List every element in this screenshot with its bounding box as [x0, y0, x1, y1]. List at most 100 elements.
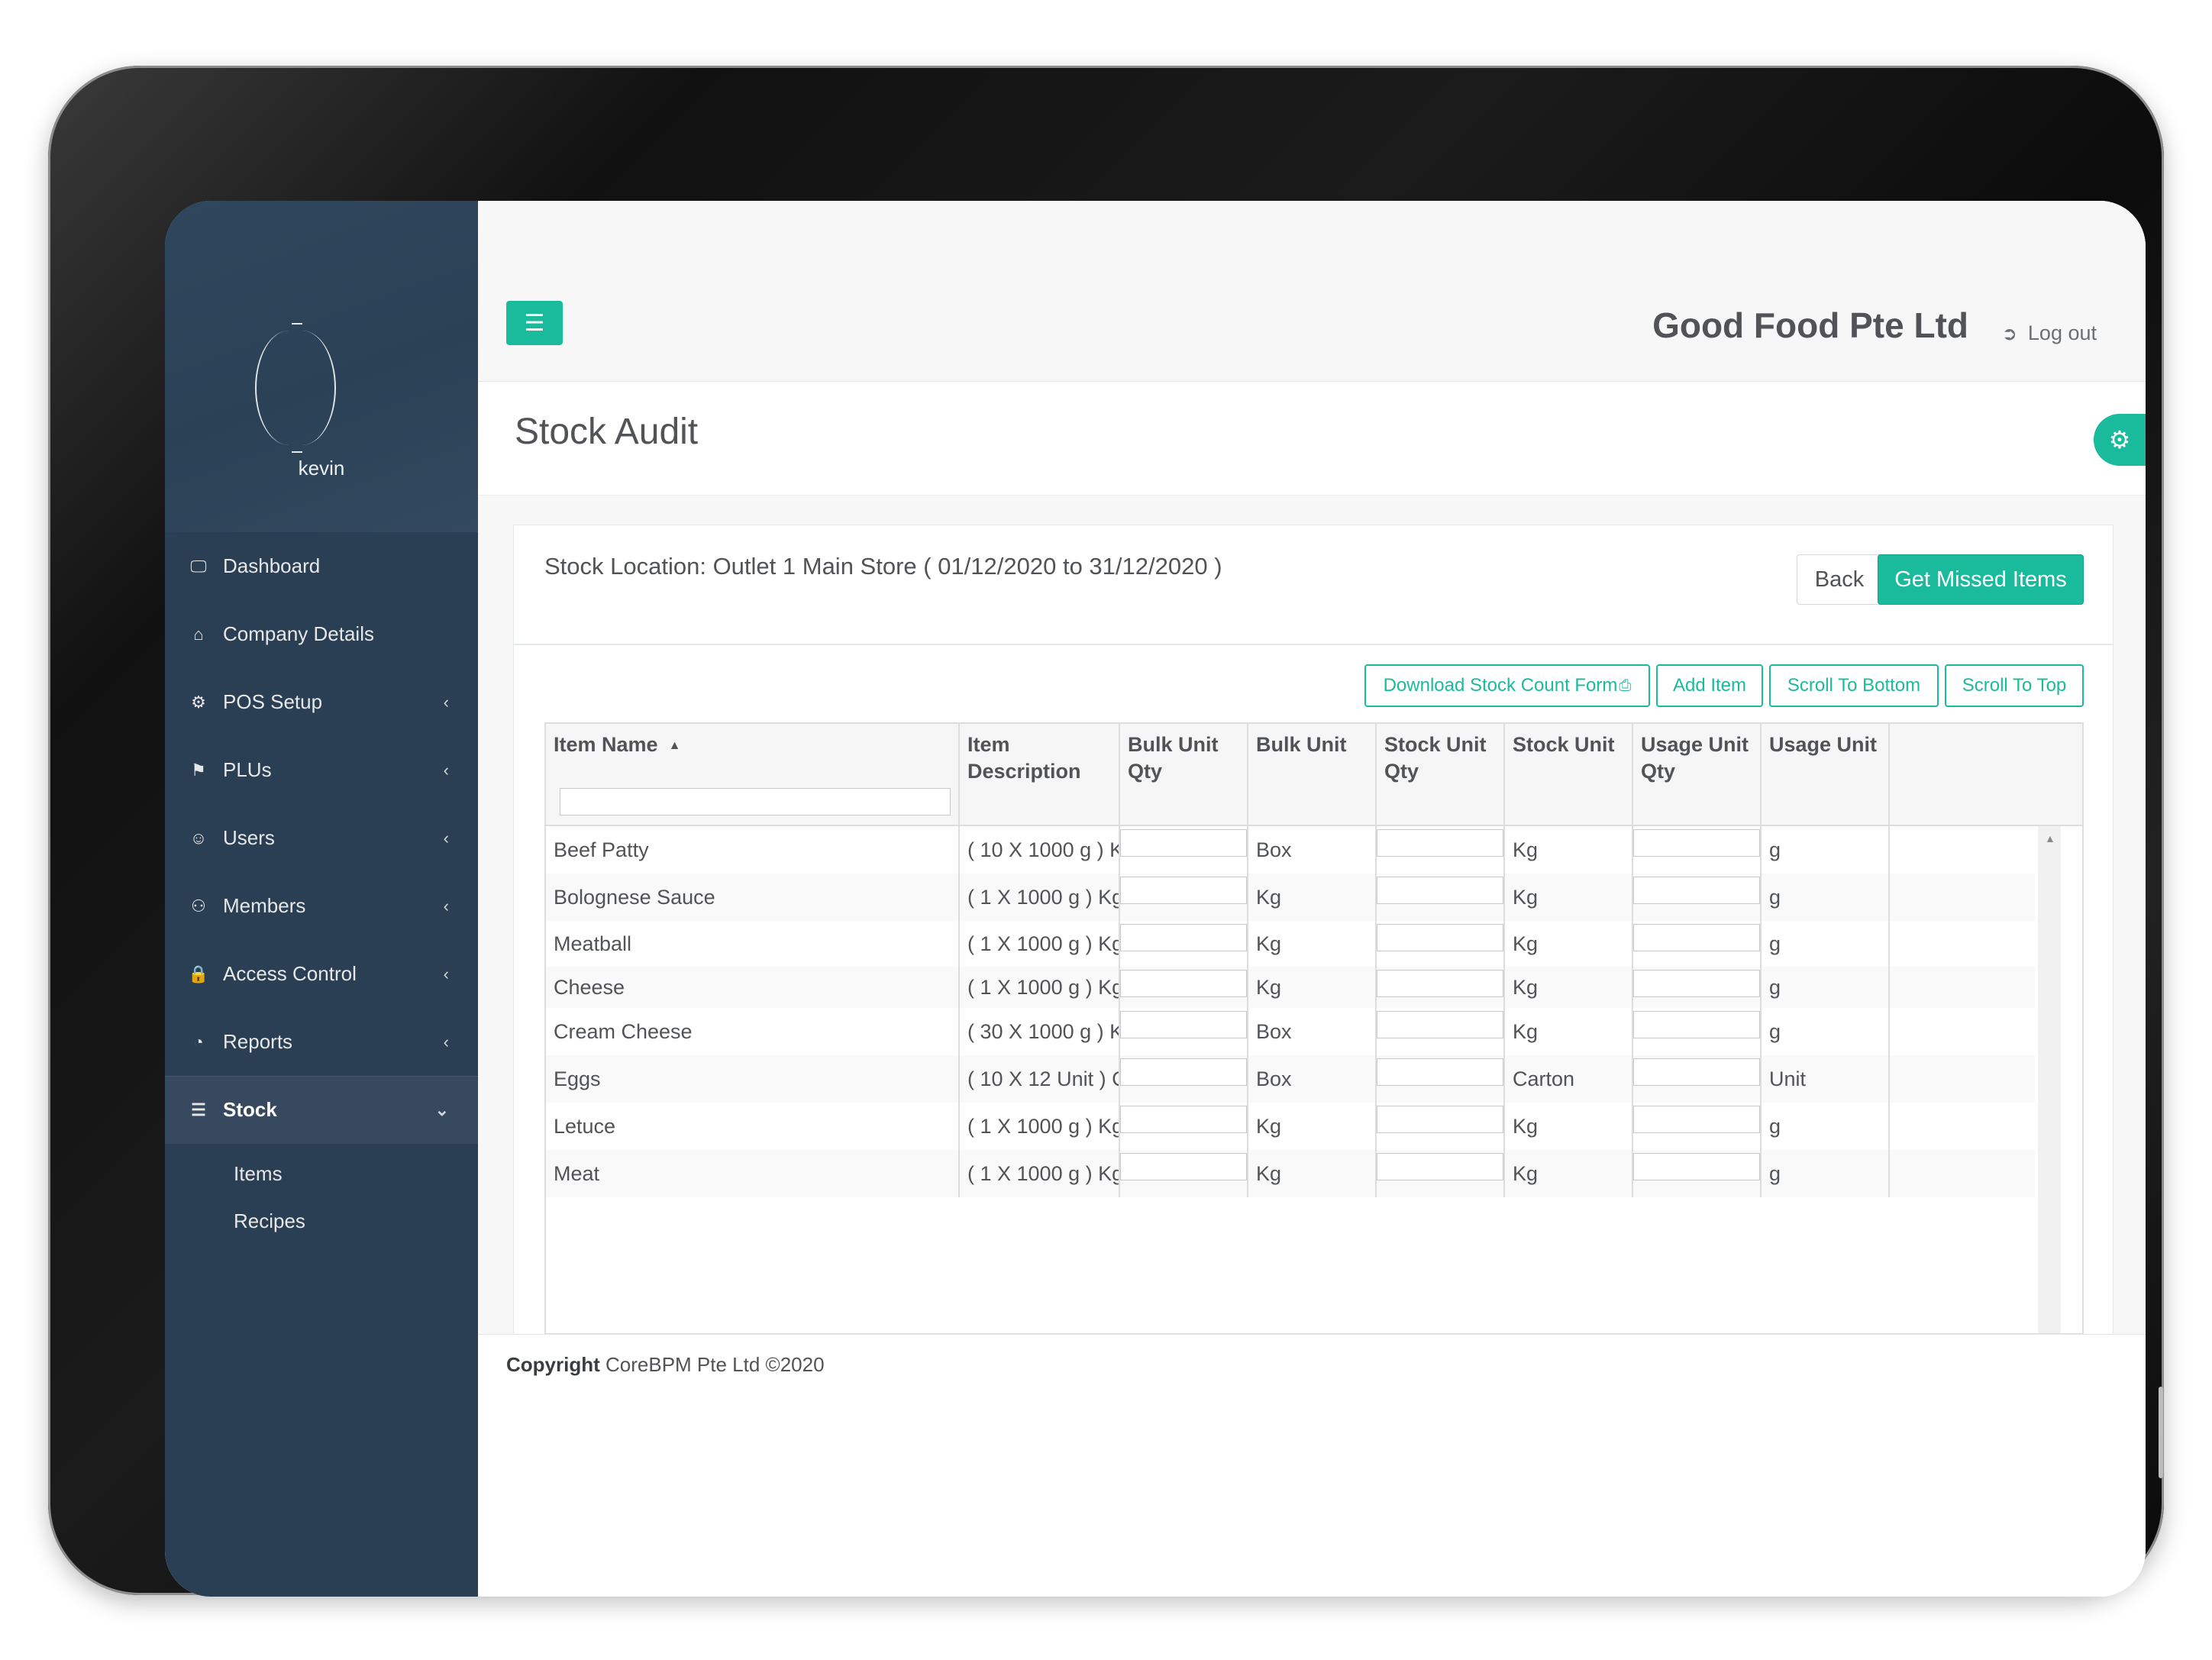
- row-spacer: [1890, 967, 2036, 1008]
- usage-unit-qty-input[interactable]: [1633, 1011, 1760, 1038]
- cell-desc: ( 1 X 1000 g ) Kgs in 1 Kg: [960, 1103, 1120, 1150]
- column-header[interactable]: Item Name ▲: [546, 724, 960, 825]
- stock-unit-qty-input[interactable]: [1377, 970, 1503, 997]
- app-screen: kevin 🖵 Dashboard ⌂ Company Details ⚙ POS Set…: [165, 201, 2146, 1597]
- qty-cell: [1120, 1055, 1248, 1103]
- download-stock-count-form-button[interactable]: Download Stock Count Form ⎙: [1364, 664, 1650, 707]
- cell-bulk-unit: Kg: [1248, 967, 1377, 1008]
- sidebar-subitem-items[interactable]: Items: [165, 1150, 478, 1197]
- gears-icon: ⚙: [2108, 426, 2131, 454]
- bulk-unit-qty-input[interactable]: [1120, 1011, 1247, 1038]
- logout-link[interactable]: ➲ Log out: [2002, 321, 2097, 345]
- column-header[interactable]: Bulk Unit: [1248, 724, 1377, 825]
- pie-chart-icon: ◔: [193, 1032, 204, 1051]
- cell-name: Beef Patty: [546, 826, 960, 874]
- column-header[interactable]: Item Description: [960, 724, 1120, 825]
- column-header[interactable]: Stock Unit: [1505, 724, 1633, 825]
- usage-unit-qty-input[interactable]: [1633, 829, 1760, 857]
- chevron-left-icon: ‹: [443, 896, 449, 916]
- qty-cell: [1377, 1103, 1505, 1150]
- chevron-left-icon: ‹: [443, 828, 449, 848]
- sidebar-item-dashboard[interactable]: 🖵 Dashboard: [165, 532, 478, 600]
- qty-cell: [1633, 874, 1762, 921]
- qty-cell: [1633, 1103, 1762, 1150]
- table-row: Cheese( 1 X 1000 g ) Kgs in 1 Kg Kg Kg g: [546, 967, 2035, 1008]
- cell-name: Letuce: [546, 1103, 960, 1150]
- cell-stock-unit: Kg: [1505, 874, 1633, 921]
- table-header: Item Name ▲ Item Description Bulk Unit Qty B…: [546, 724, 2082, 826]
- stock-unit-qty-input[interactable]: [1377, 877, 1503, 904]
- stock-unit-qty-input[interactable]: [1377, 1106, 1503, 1133]
- usage-unit-qty-input[interactable]: [1633, 1153, 1760, 1180]
- table-scrollbar[interactable]: ▲: [2038, 826, 2061, 1333]
- avatar[interactable]: [255, 323, 336, 453]
- sidebar-item-access-control[interactable]: 🔒 Access Control ‹: [165, 940, 478, 1008]
- sidebar-subitem-recipes[interactable]: Recipes: [165, 1197, 478, 1245]
- cell-bulk-unit: Kg: [1248, 921, 1377, 967]
- sidebar-item-reports[interactable]: ◔ Reports ‹: [165, 1008, 478, 1076]
- cell-stock-unit: Kg: [1505, 967, 1633, 1008]
- user-icon: ☺: [189, 828, 208, 848]
- cell-bulk-unit: Kg: [1248, 1150, 1377, 1197]
- download-label: Download Stock Count Form: [1383, 675, 1618, 696]
- bulk-unit-qty-input[interactable]: [1120, 1153, 1247, 1180]
- cell-desc: ( 30 X 1000 g ) Kgs in 1 Box: [960, 1008, 1120, 1055]
- usage-unit-qty-input[interactable]: [1633, 1106, 1760, 1133]
- qty-cell: [1633, 826, 1762, 874]
- bulk-unit-qty-input[interactable]: [1120, 829, 1247, 857]
- sidebar-item-users[interactable]: ☺ Users ‹: [165, 804, 478, 872]
- column-header[interactable]: Stock Unit Qty: [1377, 724, 1505, 825]
- sidebar-item-members[interactable]: ⚇ Members ‹: [165, 872, 478, 940]
- bulk-unit-qty-input[interactable]: [1120, 1106, 1247, 1133]
- users-icon: ⚇: [191, 896, 206, 916]
- column-header[interactable]: Usage Unit: [1762, 724, 1890, 825]
- column-header[interactable]: Usage Unit Qty: [1633, 724, 1762, 825]
- sidebar-item-label: Access Control: [223, 962, 357, 985]
- cell-bulk-unit: Kg: [1248, 874, 1377, 921]
- chevron-left-icon: ‹: [443, 964, 449, 983]
- usage-unit-qty-input[interactable]: [1633, 877, 1760, 904]
- usage-unit-qty-input[interactable]: [1633, 1058, 1760, 1086]
- column-header-label: Bulk Unit Qty: [1128, 733, 1219, 783]
- column-header-label: Stock Unit: [1513, 733, 1615, 756]
- cell-usage-unit: g: [1762, 874, 1890, 921]
- stock-unit-qty-input[interactable]: [1377, 924, 1503, 951]
- bulk-unit-qty-input[interactable]: [1120, 877, 1247, 904]
- add-item-button[interactable]: Add Item: [1656, 664, 1763, 707]
- sidebar-item-stock[interactable]: ☰ Stock ⌄: [165, 1076, 478, 1144]
- sidebar: kevin 🖵 Dashboard ⌂ Company Details ⚙ POS Set…: [165, 201, 478, 1597]
- usage-unit-qty-input[interactable]: [1633, 924, 1760, 951]
- qty-cell: [1120, 921, 1248, 967]
- scroll-to-bottom-button[interactable]: Scroll To Bottom: [1769, 664, 1939, 707]
- qty-cell: [1377, 921, 1505, 967]
- stock-unit-qty-input[interactable]: [1377, 1058, 1503, 1086]
- sort-ascending-icon[interactable]: ▲: [669, 739, 681, 752]
- get-missed-items-button[interactable]: Get Missed Items: [1878, 554, 2084, 605]
- cell-desc: ( 1 X 1000 g ) Kgs in 1 Kg: [960, 1150, 1120, 1197]
- stock-unit-qty-input[interactable]: [1377, 1153, 1503, 1180]
- bulk-unit-qty-input[interactable]: [1120, 970, 1247, 997]
- scroll-up-icon[interactable]: ▲: [2045, 832, 2055, 845]
- cell-usage-unit: g: [1762, 1150, 1890, 1197]
- back-button[interactable]: Back: [1797, 554, 1882, 605]
- stock-table: Item Name ▲ Item Description Bulk Unit Qty B…: [544, 722, 2084, 1335]
- home-icon: ⌂: [193, 624, 204, 644]
- sidebar-item-pos-setup[interactable]: ⚙ POS Setup ‹: [165, 668, 478, 736]
- menu-toggle-button[interactable]: ☰: [506, 301, 563, 345]
- item-name-filter-input[interactable]: [560, 788, 951, 815]
- settings-tab[interactable]: ⚙: [2094, 414, 2146, 466]
- stock-unit-qty-input[interactable]: [1377, 829, 1503, 857]
- stock-location: Stock Location: Outlet 1 Main Store ( 01…: [544, 553, 1222, 580]
- row-spacer: [1890, 921, 2036, 967]
- tablet-frame: kevin 🖵 Dashboard ⌂ Company Details ⚙ POS Set…: [48, 66, 2164, 1597]
- stock-unit-qty-input[interactable]: [1377, 1011, 1503, 1038]
- row-spacer: [1890, 1103, 2036, 1150]
- table-body: Beef Patty( 10 X 1000 g ) Kgs in 1 BoxBo…: [546, 826, 2035, 1197]
- column-header[interactable]: Bulk Unit Qty: [1120, 724, 1248, 825]
- usage-unit-qty-input[interactable]: [1633, 970, 1760, 997]
- scroll-to-top-button[interactable]: Scroll To Top: [1945, 664, 2084, 707]
- bulk-unit-qty-input[interactable]: [1120, 1058, 1247, 1086]
- bulk-unit-qty-input[interactable]: [1120, 924, 1247, 951]
- sidebar-item-company-details[interactable]: ⌂ Company Details: [165, 600, 478, 668]
- sidebar-item-plus[interactable]: ⚑ PLUs ‹: [165, 736, 478, 804]
